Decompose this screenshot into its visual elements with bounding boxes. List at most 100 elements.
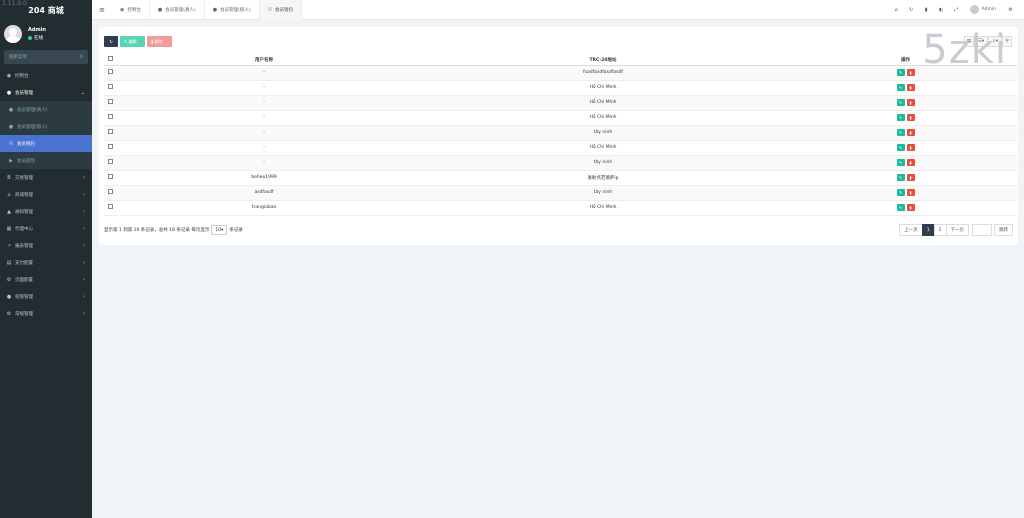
user-icon: ● [8,123,14,130]
cogs-icon[interactable]: ⚙ [1003,7,1018,13]
chevron-left-icon: ‹ [83,208,85,215]
sidebar-item-member-withdraw[interactable]: ▶ 会员提现 [0,152,92,169]
sitemap-icon: ▦ [6,225,12,232]
tab-member-wallet[interactable]: ☉ 会员钱包 [259,0,303,20]
row-edit-button[interactable]: ✎ [896,159,905,166]
refresh-button[interactable]: ↻ [104,36,118,47]
table-toolbar: ↻ ✎ 编辑 ▮ 删除 [104,36,174,47]
row-checkbox[interactable] [107,84,113,89]
trash-icon[interactable]: ▮ [919,7,934,13]
sidebar-item-member-wallet[interactable]: ☉ 会员钱包 [0,135,92,152]
tab-members-real[interactable]: ● 会员管理(真人) [150,0,205,20]
row-edit-button[interactable]: ✎ [896,174,905,181]
sidebar-item-page[interactable]: ⚙ 页面配置 ‹ [0,271,92,288]
sidebar-item-permission[interactable]: ● 权限管理 ‹ [0,288,92,305]
row-delete-button[interactable]: ▮ [906,204,915,211]
cell-user: beheo1999 [116,170,412,186]
sidebar-item-shop[interactable]: ⌂ 商城管理 ‹ [0,186,92,203]
row-edit-button[interactable]: ✎ [896,204,905,211]
row-checkbox[interactable] [107,189,113,194]
row-edit-button[interactable]: ✎ [896,69,905,76]
row-checkbox[interactable] [107,114,113,119]
tab-dashboard[interactable]: ◉ 控制台 [112,0,150,20]
row-delete-button[interactable]: ▮ [906,129,915,136]
jump-button[interactable]: 跳转 [994,224,1013,236]
select-all-cell[interactable] [104,55,116,66]
row-delete-button[interactable]: ▮ [906,144,915,151]
tab-label: 控制台 [127,7,141,13]
prev-page-button[interactable]: 上一页 [899,224,923,236]
pencil-icon: ✎ [898,70,903,75]
row-edit-button[interactable]: ✎ [896,99,905,106]
user-status: 在线 [28,35,46,41]
jump-page-input[interactable] [972,224,992,236]
row-checkbox[interactable] [107,129,113,134]
select-all-checkbox[interactable] [107,56,113,62]
cell-user: - [116,65,412,81]
row-edit-button[interactable]: ✎ [896,129,905,136]
row-checkbox[interactable] [107,144,113,149]
sidebar-search-input[interactable]: 搜索菜单 ⚲ [4,50,88,64]
delete-button[interactable]: ▮ 删除 [147,36,172,47]
row-delete-button[interactable]: ▮ [906,159,915,166]
sidebar-item-label: 交易管理 [15,175,33,181]
avatar[interactable] [969,5,979,14]
sidebar-item-report[interactable]: ↗ 报表管理 ‹ [0,237,92,254]
row-edit-button[interactable]: ✎ [896,144,905,151]
home-icon[interactable]: ⌂ [889,7,904,13]
cell-user: - [116,140,412,156]
user-circle-icon: ● [6,89,12,96]
row-checkbox[interactable] [107,204,113,209]
row-checkbox[interactable] [107,99,113,104]
row-edit-button[interactable]: ✎ [896,189,905,196]
sidebar-item-label: 会员管理(假人) [17,124,48,130]
wallet-table: 用户名称 TRC-20地址 操作 - fsadfasdfasdfasdf ✎ ▮ -H… [104,55,1017,216]
sidebar-item-notify[interactable]: ▲ 通知管理 ‹ [0,203,92,220]
row-delete-button[interactable]: ▮ [906,99,915,106]
sidebar-item-general[interactable]: ⚙ 常规管理 ‹ [0,305,92,322]
sidebar-item-agent[interactable]: ▦ 代理中心 ‹ [0,220,92,237]
language-icon[interactable]: ◐ [934,7,949,13]
dashboard-icon: ◉ [120,6,125,13]
next-page-button[interactable]: 下一页 [945,224,969,236]
sidebar-item-members[interactable]: ● 会员管理 ⌄ [0,84,92,101]
chevron-left-icon: ‹ [83,174,85,181]
sidebar-item-members-real[interactable]: ● 会员管理(真人) [0,101,92,118]
row-edit-button[interactable]: ✎ [896,114,905,121]
row-delete-button[interactable]: ▮ [906,114,915,121]
page-size-select[interactable]: 10 ▾ [211,225,228,235]
avatar [4,24,22,43]
chevron-left-icon: ‹ [83,293,85,300]
row-checkbox[interactable] [107,69,113,74]
row-checkbox[interactable] [107,159,113,164]
row-delete-button[interactable]: ▮ [906,189,915,196]
brand[interactable]: 1.11.9.0 204 商城 [0,0,92,20]
column-header-address[interactable]: TRC-20地址 [412,55,794,66]
top-admin-name[interactable]: Admin [982,7,996,12]
row-checkbox[interactable] [107,174,113,179]
wallet-panel: ↻ ✎ 编辑 ▮ 删除 ▤ ☰▾ ⇩▾ ⚲ 用户名称 TRC-20地址 操作 -… [99,27,1018,245]
sidebar-item-label: 控制台 [15,73,29,79]
sidebar-item-dashboard[interactable]: ◉ 控制台 [0,67,92,84]
search-icon[interactable]: ⚲ [80,55,83,60]
topbar: ≡ ◉ 控制台 ● 会员管理(真人) ● 会员管理(假人) ☉ 会员钱包 ⌂ ↻ ▮ ◐… [92,0,1024,20]
fullscreen-icon[interactable]: ⤢ [949,7,964,13]
row-edit-button[interactable]: ✎ [896,84,905,91]
sidebar-item-trade[interactable]: B 交易管理 ‹ [0,169,92,186]
cell-address: tây ninh [412,185,794,201]
menu-toggle-icon[interactable]: ≡ [92,6,112,14]
pencil-icon: ✎ [898,130,903,135]
cell-user: - [116,110,412,126]
cell-address: Hồ Chí Minh [412,200,794,216]
row-delete-button[interactable]: ▮ [906,174,915,181]
sidebar-item-members-fake[interactable]: ● 会员管理(假人) [0,118,92,135]
refresh-icon[interactable]: ↻ [904,7,919,13]
tab-members-fake[interactable]: ● 会员管理(假人) [205,0,260,20]
edit-button[interactable]: ✎ 编辑 [120,36,145,47]
sidebar-item-label: 通知管理 [15,209,33,215]
column-header-user[interactable]: 用户名称 [116,55,412,66]
row-delete-button[interactable]: ▮ [906,69,915,76]
sidebar-item-payment[interactable]: ▤ 支付配置 ‹ [0,254,92,271]
cell-user: - [116,155,412,171]
row-delete-button[interactable]: ▮ [906,84,915,91]
